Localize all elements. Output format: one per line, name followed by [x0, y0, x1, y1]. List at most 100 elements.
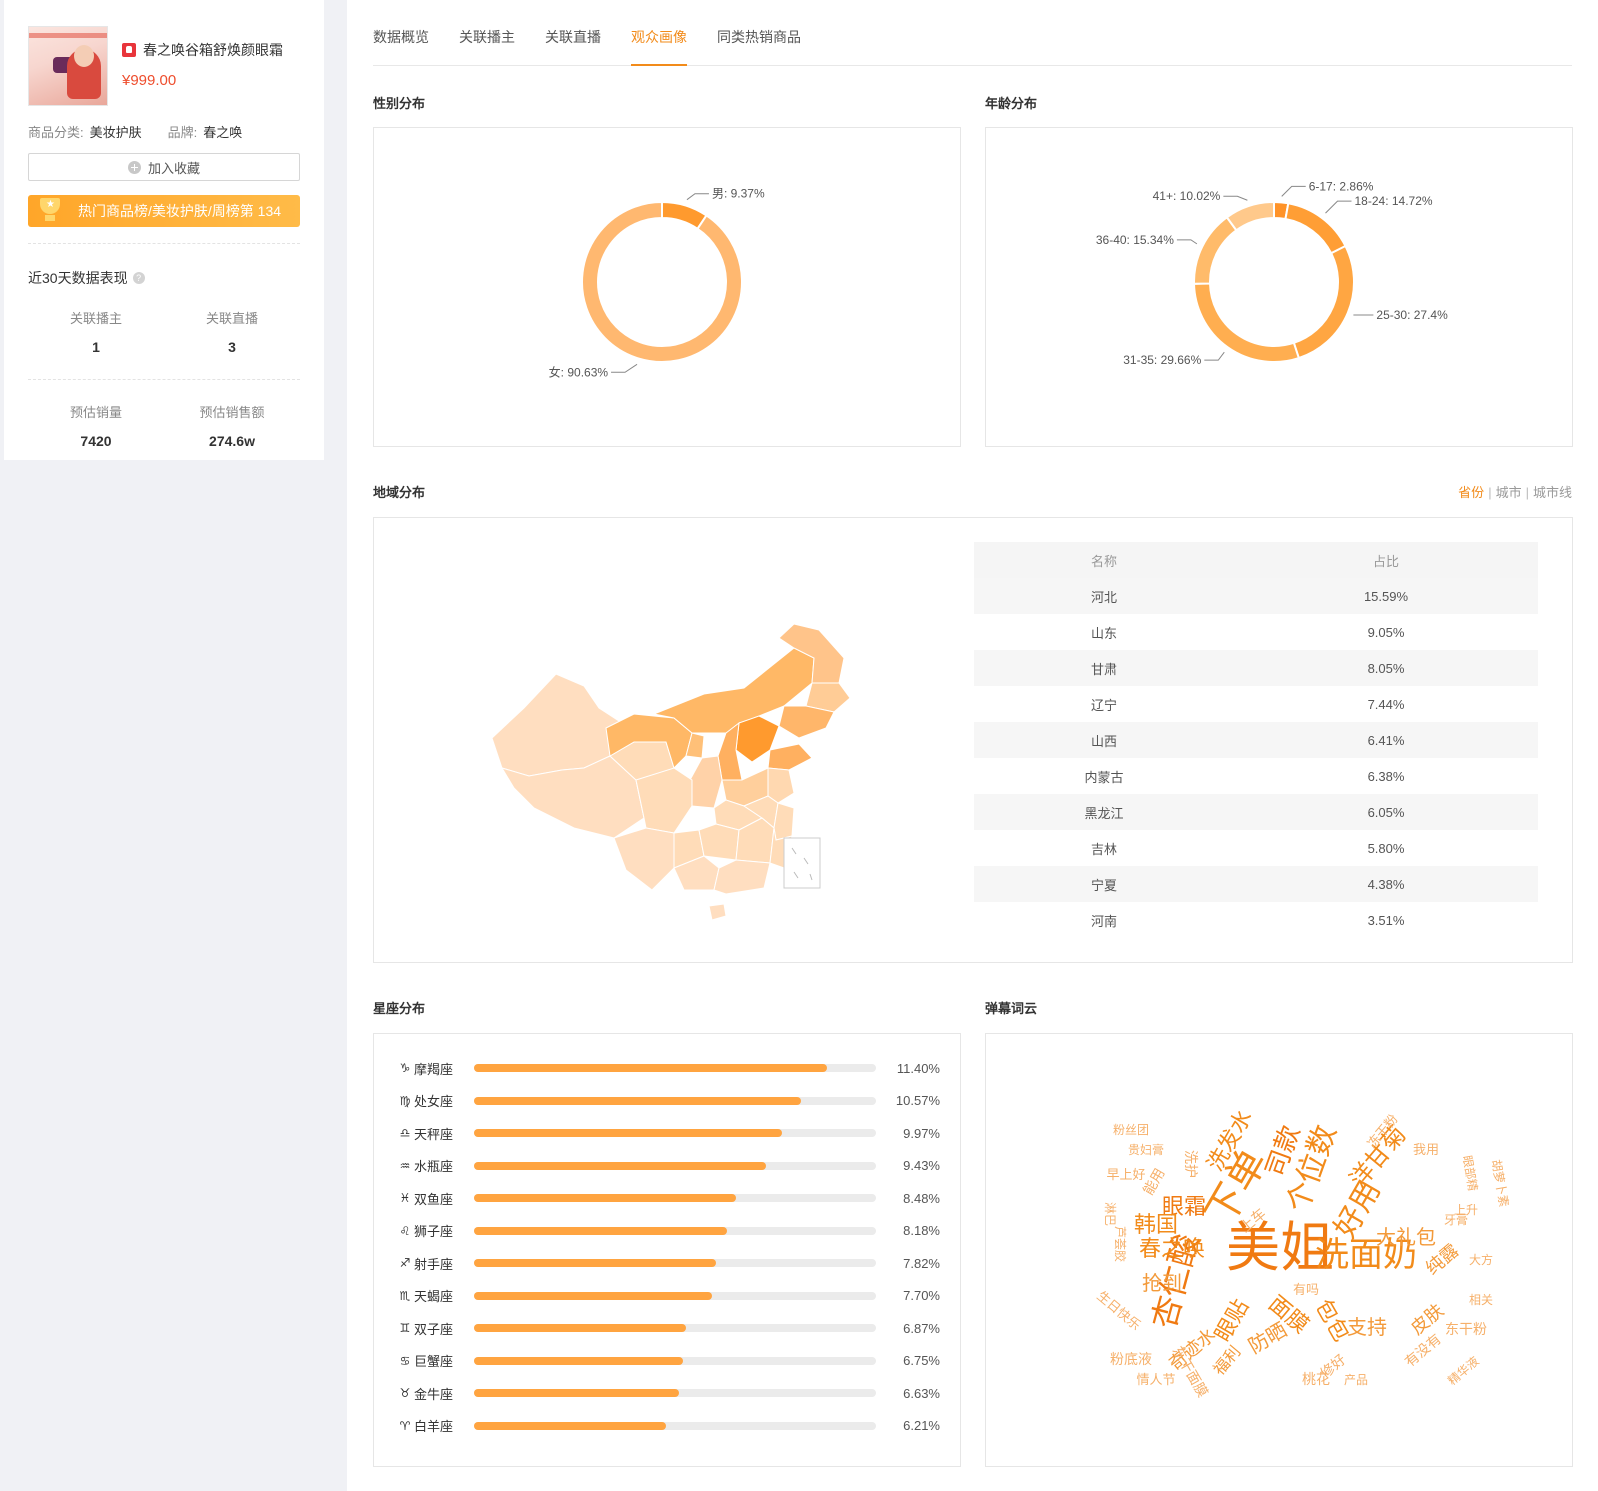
donut-leader-line	[611, 363, 638, 373]
region-tab-city-tier[interactable]: 城市线	[1533, 485, 1572, 500]
gender-donut-chart: 男: 9.37% 女: 90.63%	[549, 187, 765, 380]
map-liaoning	[778, 705, 835, 739]
zodiac-name: 巨蟹座	[414, 1354, 454, 1369]
zodiac-icon: ♓	[399, 1191, 411, 1205]
cell-ratio: 6.38%	[1367, 768, 1405, 784]
zodiac-value: 8.48%	[903, 1190, 940, 1206]
table-row: 内蒙古 6.38%	[974, 758, 1538, 794]
zodiac-name: 双子座	[414, 1321, 454, 1337]
tab-similar-products[interactable]: 同类热销商品	[717, 27, 801, 65]
donut-slice-18-24[interactable]	[1284, 202, 1347, 255]
tab-overview[interactable]: 数据概览	[373, 27, 429, 65]
brand-value: 春之唤	[203, 125, 243, 140]
zodiac-bar-fill	[474, 1161, 766, 1170]
cell-ratio: 7.44%	[1367, 696, 1405, 712]
zodiac-bar-fill	[474, 1389, 680, 1397]
donut-leader-line	[1204, 351, 1225, 361]
zodiac-row: ♈ 白羊座 6.21%	[398, 1416, 940, 1436]
tab-hosts[interactable]: 关联播主	[459, 27, 515, 65]
zodiac-bar-track	[474, 1324, 876, 1332]
zodiac-value: 6.21%	[903, 1418, 940, 1433]
add-favorite-button[interactable]: 加入收藏	[28, 153, 300, 181]
zodiac-name: 白羊座	[414, 1419, 454, 1434]
table-row: 山西 6.41%	[974, 722, 1538, 758]
china-map[interactable]	[374, 518, 974, 964]
divider	[28, 379, 300, 380]
col-ratio: 占比	[1234, 542, 1538, 578]
zodiac-icon: ♍	[399, 1093, 411, 1108]
cell-ratio: 3.51%	[1367, 912, 1405, 928]
table-row: 山东 9.05%	[974, 614, 1538, 650]
product-header: 春之唤谷箱舒焕颜眼霜 ¥999.00	[28, 26, 300, 106]
zodiac-bar-fill	[474, 1129, 783, 1137]
wordcloud-word: 早上好	[1106, 1168, 1145, 1183]
product-title[interactable]: 春之唤谷箱舒焕颜眼霜	[122, 40, 283, 60]
donut-slice-41+[interactable]	[1225, 200, 1275, 232]
zodiac-bar-fill	[474, 1259, 716, 1267]
tab-lives[interactable]: 关联直播	[545, 27, 601, 65]
zodiac-bar-track	[474, 1096, 876, 1105]
zodiac-icon: ♒	[399, 1158, 411, 1173]
table-row: 河北 15.59%	[974, 578, 1538, 614]
wordcloud-word: 春之唤	[1139, 1237, 1205, 1262]
region-panel: 名称 占比 河北 15.59% 山东 9.05% 甘肃 8.05% 辽宁 7.44% 山西 6.4…	[373, 517, 1573, 963]
zodiac-bar-track	[474, 1226, 876, 1235]
donut-slice-女[interactable]	[581, 200, 743, 363]
region-tab-province[interactable]: 省份	[1458, 485, 1484, 500]
donut-slice-36-40[interactable]	[1193, 215, 1238, 285]
age-donut-chart: 6-17: 2.86%18-24: 14.72% 25-30: 27.4% 31-3…	[1096, 179, 1448, 367]
stat-label: 关联直播	[205, 311, 258, 326]
douyin-icon	[122, 43, 136, 57]
zodiac-bar-track	[474, 1129, 876, 1137]
perf-title-text: 近30天数据表现	[28, 270, 128, 286]
cell-province: 河南	[1090, 913, 1117, 929]
wordcloud-word: 有没有	[1402, 1331, 1444, 1370]
wordcloud-word: 牙膏	[1444, 1212, 1468, 1227]
help-icon[interactable]: ?	[132, 272, 145, 284]
zodiac-bar-fill	[474, 1064, 827, 1072]
zodiac-bar-track	[474, 1259, 876, 1267]
zodiac-row: ♌ 狮子座 8.18%	[398, 1221, 940, 1241]
zodiac-panel: ♑ 摩羯座 11.40% ♍ 处女座 10.57% ♎ 天秤座 9.97% ♒ 水瓶座 9.43% ♓ 双…	[373, 1033, 961, 1467]
zodiac-bar-fill	[474, 1291, 713, 1300]
zodiac-bar-track	[474, 1291, 876, 1300]
region-tab-city[interactable]: 城市	[1496, 485, 1522, 500]
brand-label: 品牌:	[167, 125, 198, 140]
zodiac-name: 水瓶座	[414, 1159, 454, 1174]
cell-province: 河北	[974, 578, 1234, 614]
perf-title: 近30天数据表现 ?	[28, 268, 300, 288]
cell-province: 山东	[1090, 625, 1117, 641]
region-table: 名称 占比 河北 15.59% 山东 9.05% 甘肃 8.05% 辽宁 7.44% 山西 6.4…	[974, 542, 1538, 938]
table-row: 辽宁 7.44%	[974, 686, 1538, 722]
donut-slice-31-35[interactable]	[1192, 282, 1301, 363]
region-switch: 省份 | 城市 | 城市线	[1458, 485, 1572, 500]
zodiac-row: ♓ 双鱼座 8.48%	[398, 1188, 940, 1208]
table-row: 宁夏 4.38%	[974, 866, 1538, 902]
main-panel: 数据概览 关联播主 关联直播 观众画像 同类热销商品 性别分布 年龄分布 男: …	[347, 0, 1598, 1491]
map-hainan	[708, 903, 727, 921]
wordcloud-word: 我用	[1413, 1143, 1439, 1158]
cell-province: 山西	[974, 722, 1234, 758]
rank-banner[interactable]: ★ 热门商品榜/美妆护肤/周榜第 134	[28, 195, 300, 227]
zodiac-name: 金牛座	[414, 1386, 454, 1402]
map-yunnan	[613, 827, 675, 891]
product-image[interactable]	[28, 26, 108, 106]
wordcloud-word: 生日快乐	[1094, 1289, 1143, 1334]
table-row: 甘肃 8.05%	[974, 650, 1538, 686]
zodiac-name: 处女座	[414, 1094, 454, 1109]
tab-bar: 数据概览 关联播主 关联直播 观众画像 同类热销商品	[373, 0, 1572, 66]
map-sichuan	[635, 767, 693, 834]
zodiac-name: 摩羯座	[414, 1061, 454, 1077]
donut-slice-25-30[interactable]	[1292, 244, 1355, 360]
donut-label: 女: 90.63%	[549, 364, 609, 379]
zodiac-name: 射手座	[414, 1256, 454, 1272]
perf-stats-bottom: 预估销量 7420 预估销售额 274.6w	[28, 402, 300, 449]
wordcloud-word: 大礼包	[1376, 1225, 1436, 1249]
zodiac-row: ♑ 摩羯座 11.40%	[398, 1058, 940, 1078]
tab-audience[interactable]: 观众画像	[631, 27, 687, 66]
product-title-text[interactable]: 春之唤谷箱舒焕颜眼霜	[143, 40, 283, 60]
wordcloud-word: 淋巴	[1103, 1202, 1117, 1226]
zodiac-bar-fill	[474, 1356, 683, 1365]
age-title: 年龄分布	[985, 96, 1038, 111]
zodiac-bar-fill	[474, 1324, 687, 1332]
